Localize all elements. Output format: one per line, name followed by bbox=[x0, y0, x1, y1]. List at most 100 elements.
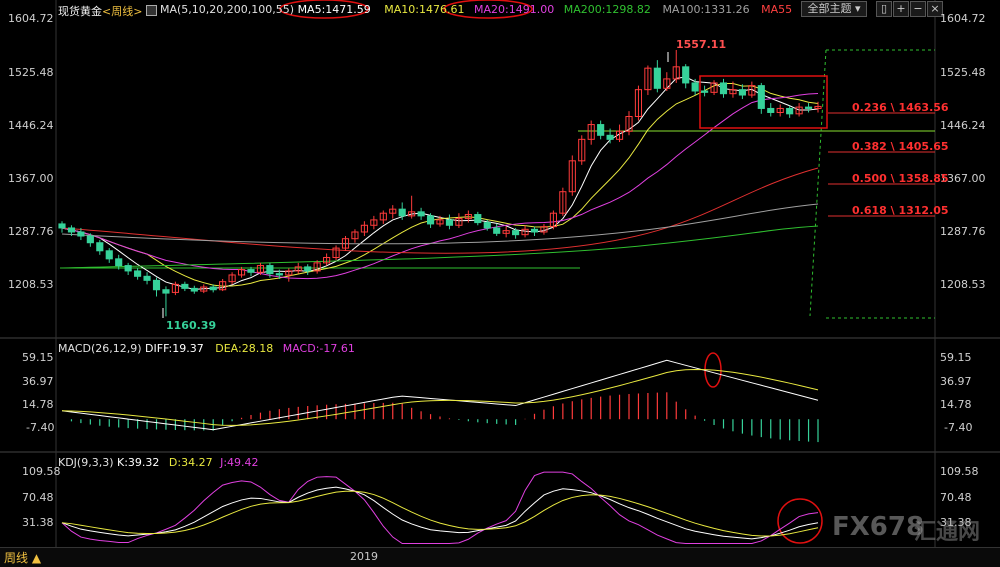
low-price-label: 1160.39 bbox=[166, 319, 217, 332]
macd-axis-left-2: 14.78 bbox=[22, 398, 54, 411]
macd-bar-value: MACD:-17.61 bbox=[282, 342, 355, 355]
candle-body bbox=[691, 82, 699, 92]
ma200-value: MA200:1298.82 bbox=[563, 3, 651, 16]
ma20-line bbox=[61, 93, 819, 280]
candle-body bbox=[86, 235, 94, 244]
macd-diff-value: DIFF:19.37 bbox=[145, 342, 204, 355]
watermark-cn: 汇通网 bbox=[914, 520, 981, 545]
candle-body bbox=[124, 265, 132, 272]
candle-body bbox=[738, 89, 746, 96]
ma55-value: MA55 bbox=[761, 3, 793, 16]
candle-body bbox=[597, 124, 605, 136]
price-axis-left-2: 1446.24 bbox=[8, 119, 54, 132]
zoom-in-icon[interactable]: + bbox=[893, 1, 909, 17]
candle-body bbox=[426, 215, 435, 225]
kdj-k-line bbox=[61, 486, 819, 540]
candle-body bbox=[767, 107, 775, 113]
high-price-label: 1557.11 bbox=[676, 38, 727, 51]
ma10-line bbox=[61, 82, 819, 287]
candle-body bbox=[493, 227, 501, 234]
macd-axis-right-2: 14.78 bbox=[940, 398, 972, 411]
macd-legend: MACD(26,12,9) DIFF:19.37 DEA:28.18 MACD:… bbox=[58, 342, 355, 355]
fib-level-0618: 0.618 \ 1312.05 bbox=[852, 204, 949, 217]
price-axis-right-4: 1287.76 bbox=[940, 225, 986, 238]
candle-body bbox=[483, 222, 491, 229]
candle-body bbox=[701, 90, 709, 93]
kdj-axis-left-1: 70.48 bbox=[22, 491, 54, 504]
candle-body bbox=[77, 231, 85, 237]
ma-checkbox-icon[interactable] bbox=[146, 3, 157, 16]
ma20-value: MA20:1491.00 bbox=[474, 3, 555, 16]
candle-body bbox=[417, 211, 425, 217]
candle-body bbox=[512, 230, 520, 236]
candle-body bbox=[398, 208, 406, 217]
fib-level-0500: 0.500 \ 1358.85 bbox=[852, 172, 949, 185]
candle-body bbox=[804, 106, 813, 109]
zoom-out-icon[interactable]: − bbox=[910, 1, 926, 17]
price-axis-left-3: 1367.00 bbox=[8, 172, 54, 185]
macd-axis-right-3: -7.40 bbox=[944, 421, 973, 434]
candle-body bbox=[115, 258, 123, 267]
ma10-value: MA10:1476.61 bbox=[384, 3, 465, 16]
toggle-icon[interactable]: ▯ bbox=[876, 1, 892, 17]
candle-body bbox=[757, 85, 765, 109]
fib-level-0236: 0.236 \ 1463.56 bbox=[852, 101, 949, 114]
candle-body bbox=[786, 107, 794, 115]
macd-axis-left-0: 59.15 bbox=[22, 351, 54, 364]
fib-diagonal-dashed bbox=[809, 49, 827, 317]
price-axis-right-2: 1446.24 bbox=[940, 119, 986, 132]
symbol-title: 现货黄金<周线> bbox=[58, 3, 142, 19]
macd-axis-right-0: 59.15 bbox=[940, 351, 972, 364]
macd-axis-right-1: 36.97 bbox=[940, 375, 972, 388]
chart-svg bbox=[0, 0, 1000, 547]
kdj-axis-right-1: 70.48 bbox=[940, 491, 972, 504]
kdj-k-value: K:39.32 bbox=[117, 456, 160, 469]
price-axis-left-4: 1287.76 bbox=[8, 225, 54, 238]
candle-body bbox=[58, 223, 66, 229]
price-axis-left-1: 1525.48 bbox=[8, 66, 54, 79]
watermark-brand: FX678 bbox=[832, 512, 925, 542]
candle-body bbox=[190, 287, 198, 292]
candle-body bbox=[530, 228, 539, 233]
candle-body bbox=[653, 67, 661, 89]
ma-params-label: MA(5,10,20,200,100,55) bbox=[160, 3, 295, 16]
macd-params-label: MACD(26,12,9) bbox=[58, 342, 142, 355]
candle-body bbox=[474, 214, 482, 224]
period-selector[interactable]: 周线 ▲ bbox=[4, 549, 41, 566]
kdj-params-label: KDJ(9,3,3) bbox=[58, 456, 114, 469]
fib-level-0382: 0.382 \ 1405.65 bbox=[852, 140, 949, 153]
candle-body bbox=[96, 242, 104, 252]
kdj-j-value: J:49.42 bbox=[220, 456, 259, 469]
chart-stage: 现货黄金<周线> MA(5,10,20,200,100,55) MA5:1471… bbox=[0, 0, 1000, 567]
candle-body bbox=[304, 266, 312, 272]
ma-legend: MA(5,10,20,200,100,55) MA5:1471.59 MA10:… bbox=[160, 3, 792, 16]
price-axis-left-0: 1604.72 bbox=[8, 12, 54, 25]
candle-body bbox=[134, 270, 142, 277]
period-label: <周线> bbox=[102, 5, 143, 18]
ma5-value: MA5:1471.59 bbox=[297, 3, 371, 16]
footer-bar bbox=[0, 547, 1000, 567]
candle-body bbox=[719, 82, 728, 95]
kdj-axis-left-0: 109.58 bbox=[22, 465, 61, 478]
kdj-axis-left-2: 31.38 bbox=[22, 516, 54, 529]
candle-body bbox=[445, 219, 454, 226]
kdj-d-value: D:34.27 bbox=[168, 456, 213, 469]
x-axis-year-label: 2019 bbox=[350, 550, 378, 563]
kdj-axis-right-0: 109.58 bbox=[940, 465, 979, 478]
candle-body bbox=[67, 227, 76, 233]
topic-dropdown-label: 全部主题 bbox=[807, 2, 852, 15]
ma100-value: MA100:1331.26 bbox=[662, 3, 750, 16]
kdj-legend: KDJ(9,3,3) K:39.32 D:34.27 J:49.42 bbox=[58, 456, 259, 469]
candle-body bbox=[275, 273, 283, 276]
kdj-d-line bbox=[61, 490, 819, 537]
price-axis-right-5: 1208.53 bbox=[940, 278, 986, 291]
price-axis-right-1: 1525.48 bbox=[940, 66, 986, 79]
candle-body bbox=[152, 279, 161, 291]
macd-axis-left-3: -7.40 bbox=[26, 421, 55, 434]
candle-body bbox=[162, 289, 170, 294]
candle-body bbox=[143, 275, 151, 281]
kdj-cross-ellipse bbox=[777, 498, 823, 544]
candle-body bbox=[682, 66, 690, 84]
topic-dropdown[interactable]: 全部主题 ▾ bbox=[801, 1, 867, 17]
price-axis-right-0: 1604.72 bbox=[940, 12, 986, 25]
